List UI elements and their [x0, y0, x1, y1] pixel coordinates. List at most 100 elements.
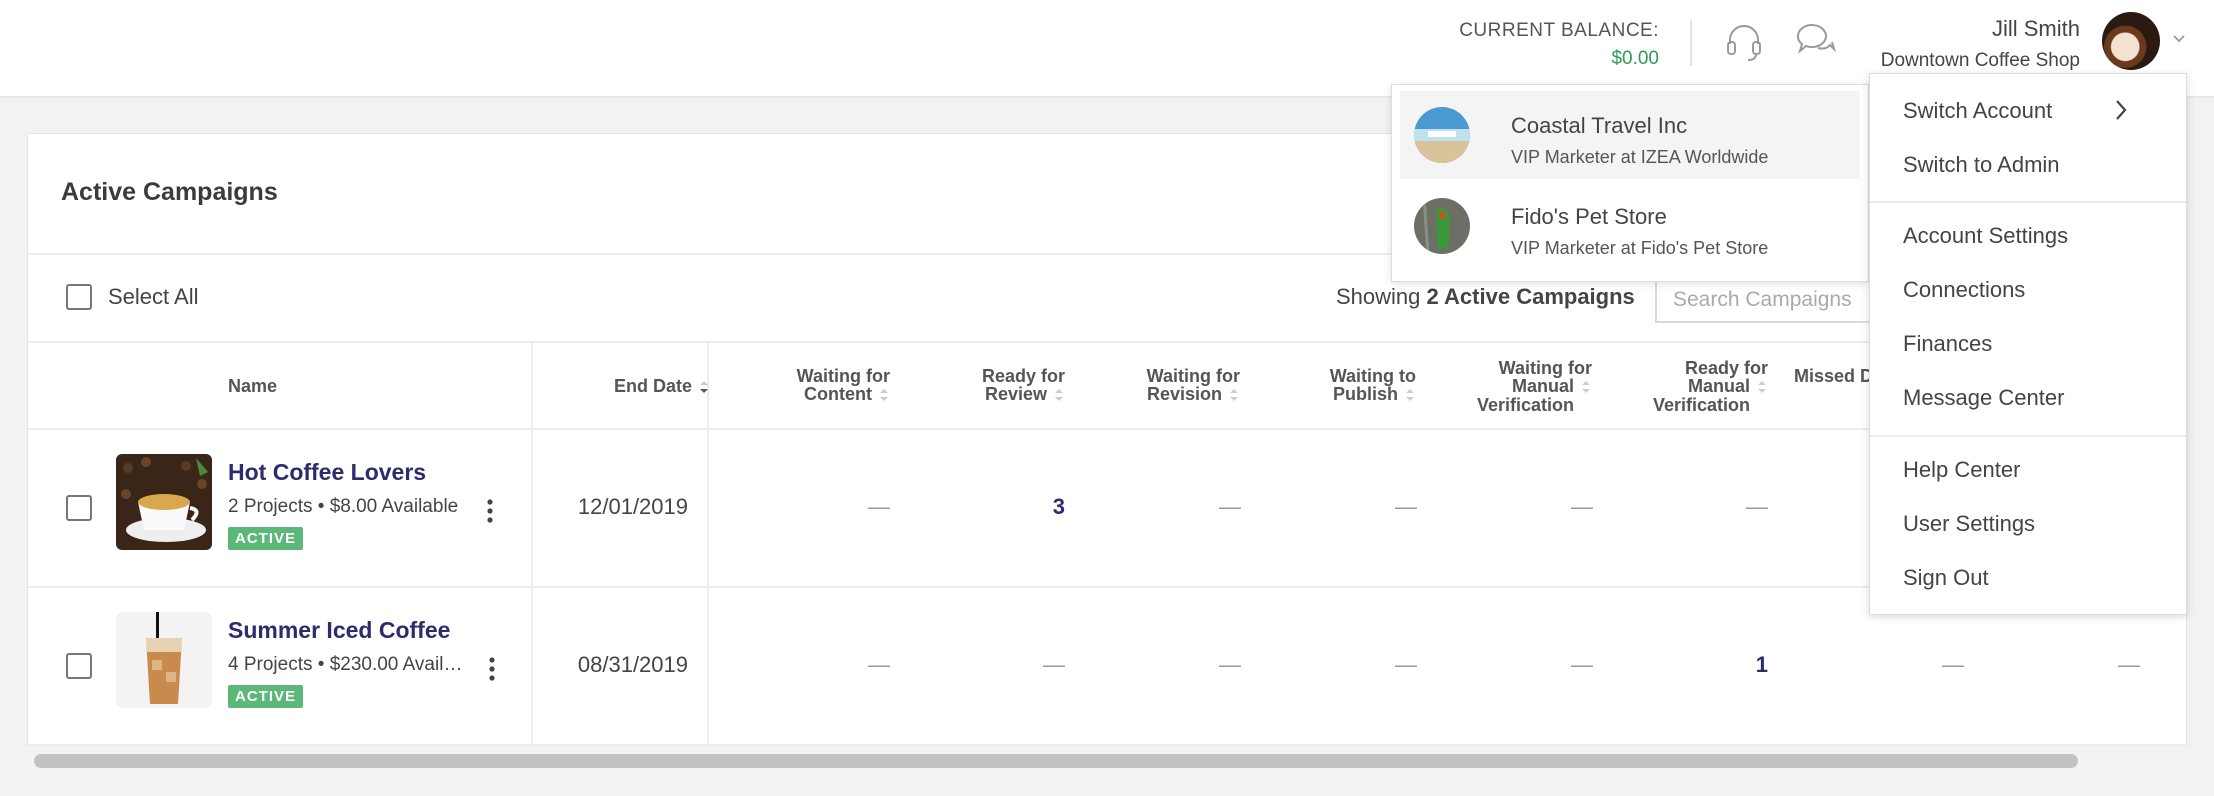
col-end-date-label: End Date [613, 376, 692, 396]
search-input[interactable] [1655, 277, 1895, 323]
avatar[interactable] [2102, 12, 2160, 70]
account-avatar [1414, 198, 1470, 254]
col-end-date[interactable]: End Date [568, 377, 710, 396]
col-label: Verification [1652, 395, 1750, 416]
sort-icon [880, 389, 888, 402]
switch-account-submenu: Coastal Travel Inc VIP Marketer at IZEA … [1391, 84, 1869, 282]
divider [28, 744, 2188, 746]
cell-value: — [1219, 652, 1241, 677]
account-role: VIP Marketer at IZEA Worldwide [1511, 147, 1769, 167]
showing-prefix: Showing [1336, 284, 1427, 309]
col-label: Publish [1332, 384, 1398, 404]
showing-count: Showing 2 Active Campaigns [1336, 284, 1635, 310]
status-badge: ACTIVE [228, 527, 304, 550]
account-role: VIP Marketer at Fido's Pet Store [1511, 238, 1769, 258]
menu-item-finances[interactable]: Finances [1903, 331, 1992, 357]
select-all-checkbox[interactable] [66, 284, 92, 310]
col-waiting-content[interactable]: Waiting for Content [718, 367, 890, 404]
row-checkbox[interactable] [66, 653, 92, 679]
col-label: Manual [1511, 376, 1574, 396]
col-name[interactable]: Name [228, 377, 277, 395]
user-info[interactable]: Jill Smith Downtown Coffee Shop [1881, 16, 2080, 72]
cell-value: — [1942, 652, 1964, 677]
menu-item-sign-out[interactable]: Sign Out [1903, 565, 1989, 591]
col-waiting-publish[interactable]: Waiting to Publish [1244, 367, 1416, 404]
select-all[interactable]: Select All [66, 284, 199, 310]
header-divider [1690, 20, 1692, 66]
account-avatar [1414, 107, 1470, 163]
menu-item-switch-admin[interactable]: Switch to Admin [1903, 152, 2060, 178]
menu-item-message-center[interactable]: Message Center [1903, 385, 2064, 411]
account-name: Coastal Travel Inc [1511, 113, 1688, 138]
sort-icon [1055, 389, 1063, 402]
col-label: Content [804, 384, 872, 404]
cell-value: — [1746, 494, 1768, 519]
menu-item-help-center[interactable]: Help Center [1903, 457, 2020, 483]
col-ready-manual-verification[interactable]: Ready for Manual Verification [1596, 359, 1768, 414]
showing-number: 2 Active Campaigns [1426, 284, 1635, 309]
menu-item-account-settings[interactable]: Account Settings [1903, 223, 2068, 249]
campaign-thumbnail[interactable] [116, 612, 212, 708]
col-label: Review [984, 384, 1047, 404]
iced-coffee-image [116, 612, 212, 708]
end-date: 08/31/2019 [577, 652, 688, 677]
col-label: Waiting for [1498, 358, 1592, 378]
col-name-label: Name [228, 376, 278, 396]
cell-value: — [1043, 652, 1065, 677]
balance-amount: $0.00 [1611, 48, 1659, 69]
parrot-image [1414, 198, 1470, 254]
account-option[interactable]: Fido's Pet Store VIP Marketer at Fido's … [1400, 182, 1860, 270]
cell-value: — [1395, 494, 1417, 519]
menu-item-user-settings[interactable]: User Settings [1903, 511, 2035, 537]
cell-value: — [868, 494, 890, 519]
coffee-cup-image [116, 454, 212, 550]
more-options-icon[interactable] [485, 498, 495, 524]
divider [28, 586, 2188, 588]
user-menu: Switch Account Switch to Admin Account S… [1869, 73, 2187, 615]
cell-value[interactable]: 1 [1708, 652, 1768, 678]
column-divider [707, 342, 709, 744]
chat-bubbles-icon[interactable] [1792, 18, 1840, 66]
row-checkbox[interactable] [66, 495, 92, 521]
col-label: Waiting to [1329, 366, 1416, 386]
sort-icon [1230, 389, 1238, 402]
col-label: Ready for [1684, 358, 1768, 378]
campaign-summary: 2 Projects • $8.00 Available [228, 496, 459, 517]
cell-value[interactable]: 3 [1005, 494, 1065, 520]
cell-value: — [2118, 652, 2140, 677]
account-name: Fido's Pet Store [1511, 204, 1667, 229]
sort-icon [1406, 389, 1414, 402]
current-balance: CURRENT BALANCE: $0.00 [1459, 20, 1659, 70]
menu-divider [1870, 201, 2186, 203]
menu-item-switch-account[interactable]: Switch Account [1903, 98, 2052, 124]
col-label: Missed D [1794, 366, 1874, 386]
campaign-thumbnail[interactable] [116, 454, 212, 550]
campaign-name-link[interactable]: Hot Coffee Lovers [228, 459, 426, 486]
menu-divider [1870, 435, 2186, 437]
cell-value: — [868, 652, 890, 677]
more-options-icon[interactable] [487, 656, 497, 682]
col-waiting-manual-verification[interactable]: Waiting for Manual Verification [1420, 359, 1592, 414]
cell-value: — [1395, 652, 1417, 677]
chevron-right-icon[interactable] [2114, 98, 2128, 122]
col-label: Revision [1146, 384, 1222, 404]
divider [28, 341, 2188, 343]
cell-value: — [1571, 494, 1593, 519]
campaign-name-link[interactable]: Summer Iced Coffee [228, 617, 450, 644]
col-label: Manual [1687, 376, 1750, 396]
beach-image [1414, 107, 1470, 163]
col-ready-review[interactable]: Ready for Review [893, 367, 1065, 404]
headset-icon[interactable] [1720, 18, 1768, 66]
select-all-label: Select All [108, 284, 199, 309]
balance-label: CURRENT BALANCE: [1459, 20, 1659, 41]
chevron-down-icon[interactable] [2172, 32, 2186, 46]
sort-icon [1582, 381, 1590, 394]
col-missed[interactable]: Missed D D [1794, 367, 1881, 403]
menu-item-connections[interactable]: Connections [1903, 277, 2025, 303]
sort-desc-icon [700, 381, 708, 394]
account-option[interactable]: Coastal Travel Inc VIP Marketer at IZEA … [1400, 91, 1860, 179]
col-waiting-revision[interactable]: Waiting for Revision [1068, 367, 1240, 404]
scrollbar-thumb[interactable] [34, 754, 2078, 768]
cell-value: — [1219, 494, 1241, 519]
card-title: Active Campaigns [61, 178, 278, 206]
